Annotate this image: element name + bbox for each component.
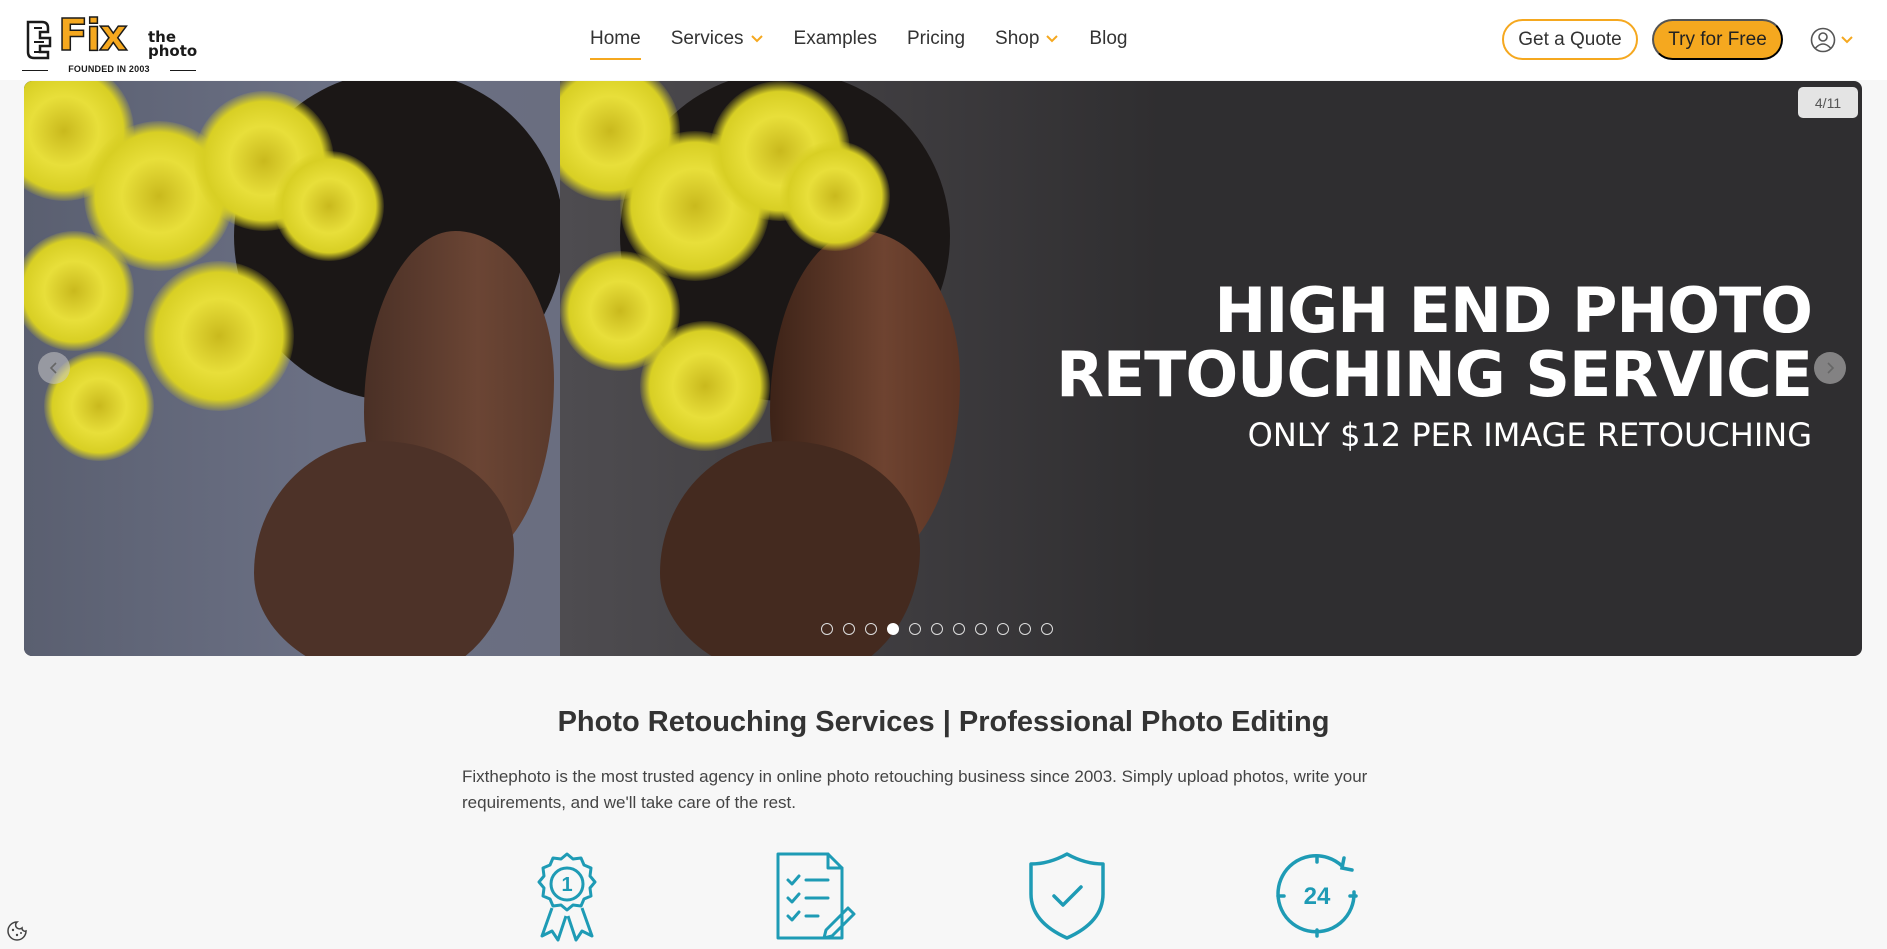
logo-word: Fix bbox=[57, 10, 128, 61]
chevron-down-icon bbox=[750, 35, 763, 43]
prev-slide-button[interactable] bbox=[38, 352, 70, 384]
hero-title-line2: RETOUCHING SERVICE bbox=[1056, 338, 1813, 411]
nav-blog[interactable]: Blog bbox=[1089, 24, 1127, 54]
next-slide-button[interactable] bbox=[1814, 352, 1846, 384]
slide-dot[interactable] bbox=[1019, 623, 1031, 635]
neck-shape bbox=[254, 441, 514, 656]
checklist-document-icon bbox=[776, 852, 856, 940]
user-menu[interactable] bbox=[1810, 26, 1862, 54]
slide-dot[interactable] bbox=[953, 623, 965, 635]
badge-number: 1 bbox=[561, 874, 572, 896]
chevron-down-icon bbox=[1046, 35, 1059, 43]
chevron-left-icon bbox=[49, 362, 57, 374]
slide-dot[interactable] bbox=[997, 623, 1009, 635]
nav-pricing-label: Pricing bbox=[906, 28, 966, 49]
hero-subtitle: ONLY $12 PER IMAGE RETOUCHING bbox=[1247, 416, 1812, 454]
slide-dot[interactable] bbox=[865, 623, 877, 635]
flower-shape bbox=[640, 321, 770, 451]
nav-services-label: Services bbox=[670, 28, 744, 49]
nav-home-label: Home bbox=[590, 28, 641, 49]
flower-shape bbox=[24, 231, 134, 351]
get-quote-button[interactable]: Get a Quote bbox=[1502, 19, 1638, 60]
intro-description: Fixthephoto is the most trusted agency i… bbox=[462, 767, 1368, 812]
slide-dot[interactable] bbox=[909, 623, 921, 635]
flower-shape bbox=[780, 141, 890, 251]
intro-title: Photo Retouching Services | Professional… bbox=[557, 706, 1330, 738]
feature-icons: 1 24 bbox=[0, 850, 1887, 949]
logo[interactable]: Fix the photo FOUNDED IN 2003 bbox=[22, 11, 198, 78]
cookie-icon[interactable] bbox=[6, 920, 28, 942]
slide-dots bbox=[821, 623, 1053, 635]
nav-shop[interactable]: Shop bbox=[995, 24, 1059, 54]
shield-check-icon bbox=[1029, 852, 1105, 940]
nav-home[interactable]: Home bbox=[590, 24, 641, 60]
before-photo bbox=[24, 81, 560, 656]
nav-pricing[interactable]: Pricing bbox=[907, 24, 965, 54]
chevron-right-icon bbox=[1827, 362, 1835, 374]
slide-dot[interactable] bbox=[1041, 623, 1053, 635]
try-free-button[interactable]: Try for Free bbox=[1652, 19, 1783, 60]
nav-services[interactable]: Services bbox=[671, 24, 764, 54]
hero-title: HIGH END PHOTO RETOUCHING SERVICE bbox=[1056, 274, 1813, 411]
slide-counter: 4/11 bbox=[1798, 87, 1858, 118]
logo-photo: photo bbox=[148, 42, 198, 60]
nav-blog-label: Blog bbox=[1089, 28, 1128, 49]
chevron-down-icon bbox=[1841, 36, 1853, 44]
slide-dot[interactable] bbox=[843, 623, 855, 635]
slide-dot[interactable] bbox=[821, 623, 833, 635]
logo-tagline: FOUNDED IN 2003 bbox=[22, 64, 196, 74]
user-circle-icon bbox=[1810, 27, 1836, 53]
flower-shape bbox=[274, 151, 384, 261]
clock-label: 24 bbox=[1304, 883, 1331, 910]
hero-slider: HIGH END PHOTO RETOUCHING SERVICE ONLY $… bbox=[24, 81, 1862, 656]
nav-examples[interactable]: Examples bbox=[794, 24, 877, 54]
slide-dot[interactable] bbox=[931, 623, 943, 635]
nav-shop-label: Shop bbox=[995, 28, 1040, 49]
slide-dot-active[interactable] bbox=[887, 623, 899, 635]
clock-24-icon: 24 bbox=[1276, 854, 1358, 938]
hero-title-line1: HIGH END PHOTO bbox=[1214, 274, 1813, 347]
award-ribbon-icon: 1 bbox=[537, 852, 597, 942]
site-header: Fix the photo FOUNDED IN 2003 Home Servi… bbox=[0, 0, 1887, 80]
flower-shape bbox=[144, 261, 294, 411]
slide-dot[interactable] bbox=[975, 623, 987, 635]
hand-logo-icon bbox=[26, 20, 52, 60]
main-nav: Home Services Examples Pricing Shop Blog bbox=[590, 24, 1157, 60]
nav-examples-label: Examples bbox=[793, 28, 877, 49]
